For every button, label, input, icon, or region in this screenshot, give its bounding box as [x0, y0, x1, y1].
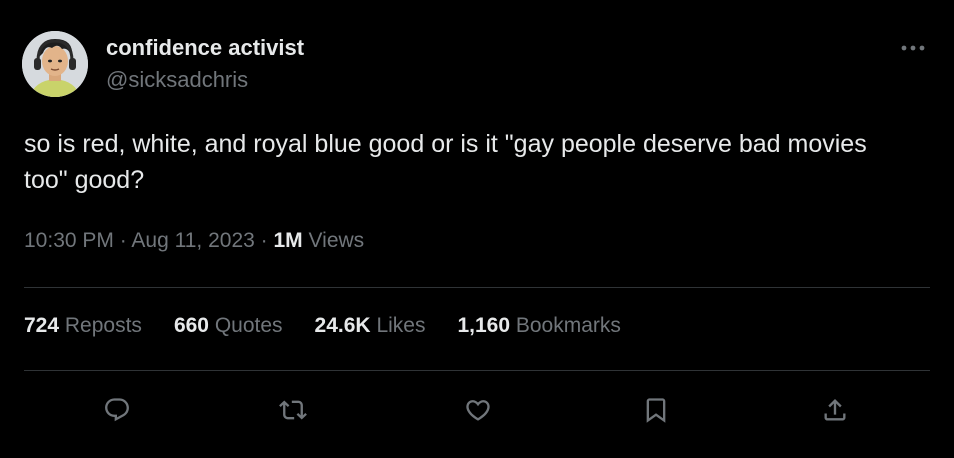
- tweet-date[interactable]: Aug 11, 2023: [131, 229, 254, 252]
- stat-bookmarks[interactable]: 1,160 Bookmarks: [457, 314, 620, 338]
- stat-reposts[interactable]: 724 Reposts: [24, 314, 142, 338]
- bookmark-icon: [646, 398, 666, 423]
- more-horizontal-icon: [901, 45, 925, 51]
- repost-icon: [279, 400, 307, 420]
- meta-separator: ·: [119, 229, 127, 252]
- share-icon: [824, 399, 846, 421]
- stat-label: Quotes: [214, 314, 283, 337]
- stat-label: Bookmarks: [515, 314, 621, 337]
- stat-quotes[interactable]: 660 Quotes: [174, 314, 283, 338]
- stat-count: 660: [173, 314, 209, 337]
- like-button[interactable]: [458, 390, 498, 430]
- bookmark-button[interactable]: [636, 390, 676, 430]
- meta-separator: ·: [260, 229, 268, 252]
- stat-label: Likes: [376, 314, 426, 337]
- stat-count: 24.6K: [314, 314, 371, 337]
- tweet-card: confidence activist @sicksadchris so is …: [0, 0, 954, 458]
- views-count: 1M: [273, 229, 303, 252]
- stat-count: 1,160: [457, 314, 511, 337]
- tweet-meta: 10:30 PM · Aug 11, 2023 · 1M Views: [24, 229, 364, 253]
- engagement-stats: 724 Reposts 660 Quotes 24.6K Likes 1,160…: [24, 314, 653, 338]
- divider: [24, 287, 930, 288]
- divider: [24, 370, 930, 371]
- share-button[interactable]: [815, 390, 855, 430]
- like-icon: [466, 400, 490, 421]
- avatar[interactable]: [22, 31, 88, 97]
- repost-button[interactable]: [273, 390, 313, 430]
- stat-likes[interactable]: 24.6K Likes: [315, 314, 426, 338]
- stat-count: 724: [24, 314, 60, 337]
- tweet-text: so is red, white, and royal blue good or…: [24, 130, 867, 194]
- more-options-button[interactable]: [896, 34, 930, 62]
- author-name[interactable]: confidence activist: [106, 35, 304, 61]
- stat-label: Reposts: [64, 314, 142, 337]
- tweet-time[interactable]: 10:30 PM: [24, 229, 114, 252]
- views-label: Views: [308, 229, 365, 252]
- reply-icon: [105, 398, 129, 422]
- author-handle[interactable]: @sicksadchris: [106, 67, 248, 93]
- action-bar: [0, 390, 954, 430]
- avatar-illustration-icon: [22, 31, 88, 97]
- reply-button[interactable]: [97, 390, 137, 430]
